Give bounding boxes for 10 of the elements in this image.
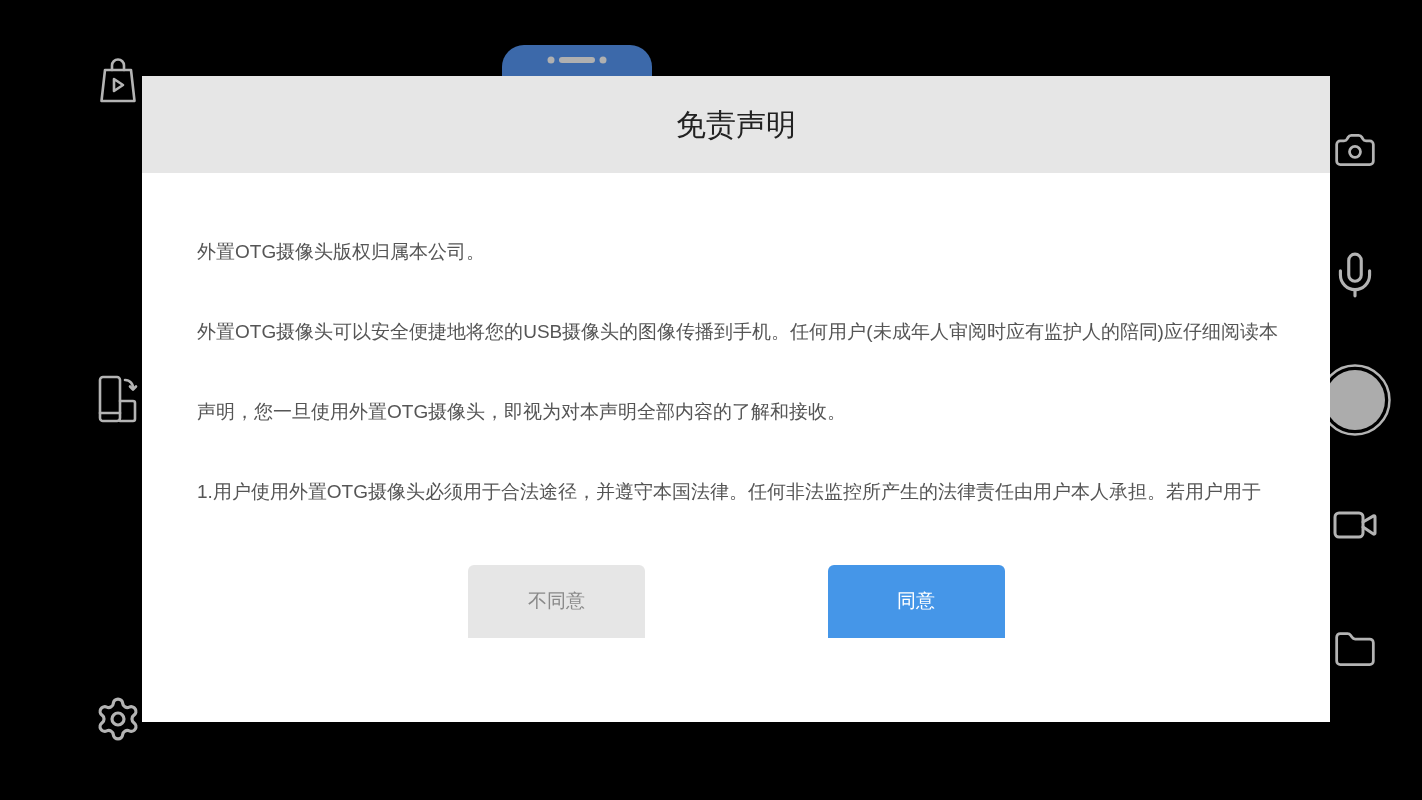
body-text: 1.用户使用外置OTG摄像头必须用于合法途径，并遵守本国法律。任何非法监控所产生的法律责任由用户本人承担。若用户用于: [197, 480, 1262, 504]
bag-play-icon[interactable]: [98, 57, 138, 103]
dialog-title: 免责声明: [676, 107, 796, 143]
devices-rotate-icon[interactable]: [98, 375, 138, 423]
body-text: 外置OTG摄像头可以安全便捷地将您的USB摄像头的图像传播到手机。任何用户(未成年人审阅时应有监护人的陪同)应仔细阅读本声明，您一旦使用外置OTG摄像头，即视为对本声明全部内容的了解和接收。: [197, 320, 1279, 424]
grip-icon: [547, 56, 607, 64]
drawer-handle[interactable]: [502, 45, 652, 76]
body-text: 外置OTG摄像头版权归属本公司。: [197, 240, 487, 264]
disagree-button[interactable]: 不同意: [467, 565, 645, 638]
agree-button[interactable]: 同意: [827, 565, 1005, 638]
